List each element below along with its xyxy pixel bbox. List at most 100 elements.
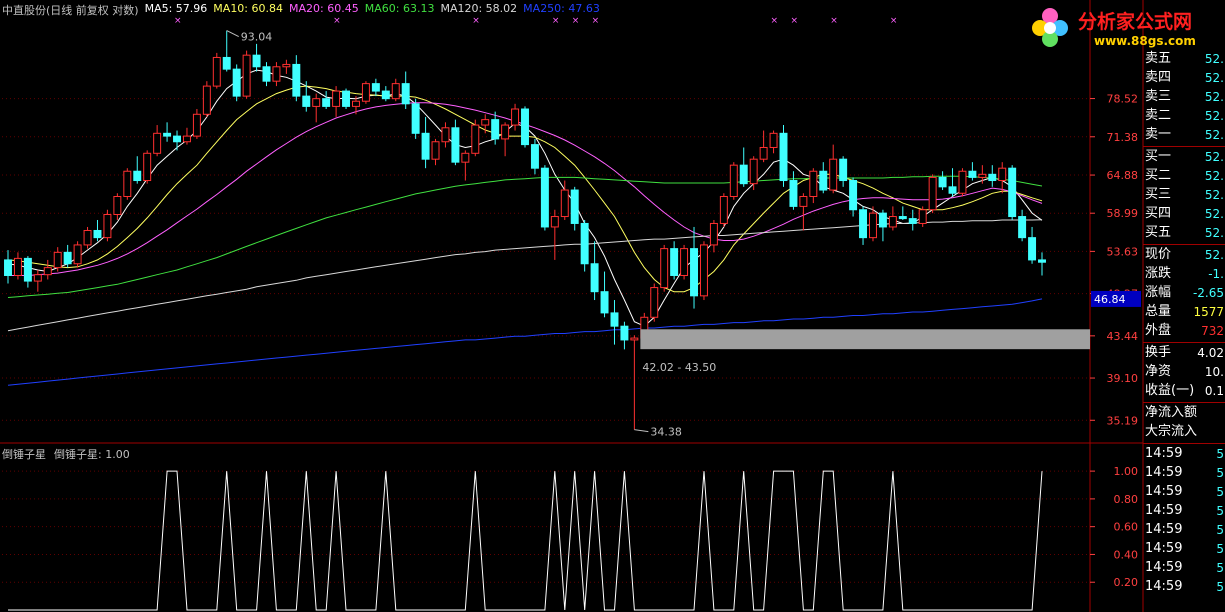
candle[interactable] — [232, 64, 241, 102]
candle[interactable] — [660, 244, 669, 292]
candle[interactable] — [202, 81, 211, 117]
candle[interactable] — [610, 300, 619, 345]
candle[interactable] — [690, 226, 698, 309]
candle[interactable] — [192, 109, 201, 139]
candle[interactable] — [1018, 209, 1027, 242]
candle[interactable] — [729, 162, 738, 200]
candle[interactable] — [23, 256, 32, 288]
candle[interactable] — [103, 209, 112, 242]
candle[interactable] — [849, 177, 858, 217]
candle[interactable] — [342, 88, 351, 110]
candle[interactable] — [222, 30, 231, 72]
candle[interactable] — [809, 168, 818, 204]
candle[interactable] — [759, 130, 768, 163]
candle[interactable] — [540, 165, 549, 231]
candle[interactable] — [133, 156, 142, 184]
candle[interactable] — [580, 219, 589, 272]
candle-body — [590, 263, 599, 293]
candle[interactable] — [958, 168, 967, 197]
candle[interactable] — [13, 252, 22, 280]
candle[interactable] — [570, 186, 579, 231]
candle[interactable] — [371, 78, 380, 97]
candle[interactable] — [819, 162, 828, 194]
candle[interactable] — [888, 206, 897, 231]
candle[interactable] — [272, 62, 281, 87]
candle[interactable] — [113, 193, 122, 220]
candle[interactable] — [1028, 226, 1037, 264]
candle[interactable] — [292, 55, 301, 102]
candle[interactable] — [63, 244, 72, 268]
candle[interactable] — [928, 174, 937, 214]
candle[interactable] — [173, 130, 181, 151]
candle[interactable] — [769, 130, 778, 154]
candle[interactable] — [878, 209, 887, 242]
candle[interactable] — [739, 147, 748, 187]
bid-row-1-value: 52. — [1204, 150, 1224, 164]
candle[interactable] — [361, 81, 370, 104]
candle[interactable] — [650, 283, 659, 322]
candle[interactable] — [550, 209, 559, 260]
candle[interactable] — [988, 165, 997, 187]
candle[interactable] — [53, 247, 62, 272]
candle[interactable] — [73, 241, 82, 268]
candle[interactable] — [839, 156, 848, 187]
candle[interactable] — [83, 226, 92, 249]
candle[interactable] — [282, 59, 291, 74]
candle[interactable] — [421, 116, 430, 169]
candle[interactable] — [153, 125, 162, 157]
candle[interactable] — [521, 106, 529, 148]
candle[interactable] — [918, 206, 927, 227]
indicator-line[interactable] — [8, 470, 1043, 611]
candle[interactable] — [262, 62, 271, 87]
candle[interactable] — [829, 144, 838, 194]
candle[interactable] — [33, 269, 42, 292]
candle[interactable] — [252, 43, 261, 72]
candle[interactable] — [391, 78, 400, 102]
candle[interactable] — [1038, 252, 1046, 276]
candle[interactable] — [620, 321, 629, 350]
candle[interactable] — [471, 119, 480, 157]
candle[interactable] — [699, 241, 708, 301]
candle[interactable] — [898, 206, 907, 220]
candle[interactable] — [163, 122, 172, 142]
candle[interactable] — [968, 162, 977, 181]
candle[interactable] — [411, 98, 420, 139]
candle[interactable] — [431, 138, 440, 166]
candle[interactable] — [799, 193, 808, 231]
candle[interactable] — [123, 168, 132, 200]
candle[interactable] — [332, 86, 341, 117]
candle[interactable] — [441, 122, 450, 148]
candle[interactable] — [600, 271, 609, 318]
candle[interactable] — [322, 91, 331, 110]
candle[interactable] — [381, 86, 390, 102]
indicator-panel[interactable] — [8, 470, 1043, 611]
candle[interactable] — [719, 193, 728, 227]
candle[interactable] — [182, 127, 191, 145]
candle[interactable] — [709, 219, 718, 253]
candle[interactable] — [501, 122, 510, 157]
candle[interactable] — [530, 138, 539, 175]
candle[interactable] — [143, 150, 152, 184]
candle[interactable] — [680, 244, 689, 280]
candle[interactable] — [312, 93, 321, 123]
candle[interactable] — [859, 206, 868, 245]
candle[interactable] — [948, 168, 957, 197]
candle[interactable] — [451, 119, 460, 166]
candle[interactable] — [43, 259, 52, 280]
candle[interactable] — [93, 219, 102, 242]
candle[interactable] — [749, 156, 758, 191]
candle[interactable] — [461, 150, 470, 181]
candle[interactable] — [590, 241, 599, 301]
candle[interactable] — [242, 50, 251, 99]
candle[interactable] — [670, 241, 679, 280]
candle[interactable] — [630, 335, 639, 430]
candle[interactable] — [938, 171, 947, 191]
candle[interactable] — [1008, 165, 1017, 220]
candle[interactable] — [401, 71, 410, 110]
candle[interactable] — [302, 81, 311, 112]
candle[interactable] — [779, 125, 788, 187]
candle[interactable] — [4, 250, 12, 284]
candle[interactable] — [789, 171, 798, 210]
candle[interactable] — [511, 103, 520, 131]
candle[interactable] — [212, 52, 221, 89]
